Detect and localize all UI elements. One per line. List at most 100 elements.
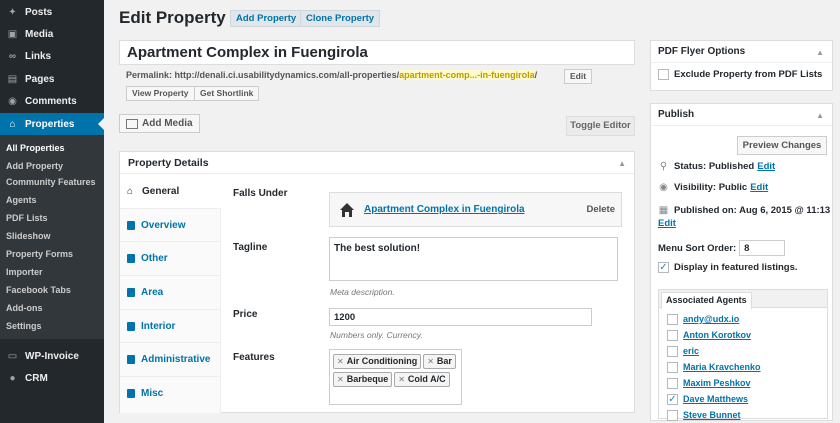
tab-administrative[interactable]: Administrative	[120, 343, 220, 378]
remove-icon[interactable]: ✕	[427, 357, 434, 366]
remove-icon[interactable]: ✕	[337, 357, 344, 366]
menu-comments[interactable]: ◉ Comments	[0, 91, 104, 113]
pin-icon: ⚲	[659, 161, 668, 172]
menu-posts[interactable]: ✦ Posts	[0, 1, 104, 23]
tab-area[interactable]: Area	[120, 276, 220, 310]
agent-row[interactable]: Anton Korotkov	[659, 327, 827, 343]
caret-up-icon[interactable]: ▲	[618, 159, 626, 168]
edit-visibility-link[interactable]: Edit	[750, 182, 768, 193]
property-details-box: Property Details ▲ ⌂ General Overview Othe…	[119, 151, 635, 413]
details-tabs: ⌂ General Overview Other Area Interior Ad…	[120, 175, 221, 413]
submenu-item[interactable]: Slideshow	[0, 227, 104, 245]
delete-parent-button[interactable]: Delete	[586, 204, 615, 215]
agent-row[interactable]: Steve Bunnet	[659, 407, 827, 423]
comment-icon: ◉	[8, 96, 17, 108]
submenu-item[interactable]: Property Forms	[0, 245, 104, 263]
agent-row[interactable]: ✓ Dave Matthews	[659, 391, 827, 407]
box-title: PDF Flyer Options	[658, 46, 746, 57]
parent-property-link[interactable]: Apartment Complex in Fuengirola	[364, 204, 525, 215]
agent-link[interactable]: Anton Korotkov	[683, 330, 751, 340]
tab-associated-agents[interactable]: Associated Agents	[661, 292, 752, 309]
features-input[interactable]: ✕ Air Conditioning ✕ Bar ✕ Barbeque ✕ Cold A/C	[329, 349, 462, 405]
featured-checkbox[interactable]: ✓	[658, 262, 669, 273]
sort-order-input[interactable]	[739, 240, 786, 256]
agents-tabbar: Associated Agents	[659, 290, 827, 309]
agent-link[interactable]: andy@udx.io	[683, 314, 739, 324]
tagline-textarea[interactable]: The best solution!	[329, 237, 618, 281]
submenu-item[interactable]: Community Features	[0, 175, 104, 191]
agent-checkbox[interactable]: ✓	[667, 393, 678, 405]
price-input[interactable]	[329, 308, 592, 326]
agent-row[interactable]: andy@udx.io	[659, 311, 827, 327]
remove-icon[interactable]: ✕	[398, 375, 405, 384]
submenu-item[interactable]: PDF Lists	[0, 209, 104, 227]
feature-tag[interactable]: ✕ Air Conditioning	[333, 354, 422, 369]
agent-row[interactable]: Maxim Peshkov	[659, 375, 827, 391]
submenu-item[interactable]: Agents	[0, 191, 104, 209]
edit-permalink-button[interactable]: Edit	[564, 69, 593, 84]
associated-agents-panel: Associated Agents andy@udx.io Anton Koro…	[658, 289, 828, 421]
add-property-button[interactable]: Add Property	[230, 10, 303, 27]
agent-checkbox[interactable]	[667, 361, 678, 373]
permalink-slug[interactable]: apartment-comp...-in-fuengirola	[399, 70, 535, 80]
submenu-item[interactable]: Settings	[0, 317, 104, 335]
agent-checkbox[interactable]	[667, 409, 678, 421]
edit-status-link[interactable]: Edit	[757, 161, 775, 172]
menu-links[interactable]: ∞ Links	[0, 46, 104, 68]
tab-interior[interactable]: Interior	[120, 310, 220, 344]
preview-changes-button[interactable]: Preview Changes	[737, 136, 827, 155]
edit-date-link[interactable]: Edit	[658, 218, 676, 229]
post-title-input[interactable]	[119, 40, 635, 65]
feature-tag[interactable]: ✕ Cold A/C	[394, 372, 450, 387]
add-media-button[interactable]: Add Media	[119, 114, 200, 133]
get-shortlink-button[interactable]: Get Shortlink	[194, 86, 260, 101]
menu-media[interactable]: ▣ Media	[0, 23, 104, 45]
submenu-item[interactable]: Facebook Tabs	[0, 281, 104, 299]
feature-tag[interactable]: ✕ Bar	[423, 354, 456, 369]
agent-link[interactable]: Maria Kravchenko	[683, 362, 761, 372]
box-header[interactable]: Publish ▲	[651, 104, 832, 126]
agent-link[interactable]: Maxim Peshkov	[683, 378, 751, 388]
agent-row[interactable]: eric	[659, 343, 827, 359]
submenu-item[interactable]: All Properties	[0, 139, 104, 157]
submenu-item[interactable]: Importer	[0, 263, 104, 281]
calendar-icon: ▦	[658, 205, 669, 216]
caret-up-icon[interactable]: ▲	[816, 111, 824, 120]
toggle-editor-button[interactable]: Toggle Editor	[566, 116, 635, 136]
agent-link[interactable]: Dave Matthews	[683, 394, 748, 404]
tab-label: Misc	[141, 388, 164, 400]
falls-under-box: Apartment Complex in Fuengirola Delete	[329, 192, 622, 227]
published-edit-row: Edit	[658, 218, 676, 229]
exclude-pdf-checkbox[interactable]	[658, 69, 669, 80]
box-header[interactable]: Property Details ▲	[120, 152, 634, 174]
submenu-item[interactable]: Add-ons	[0, 299, 104, 317]
tab-misc[interactable]: Misc	[120, 377, 220, 411]
menu-wp-invoice[interactable]: ▭ WP-Invoice	[0, 345, 104, 367]
menu-label: Posts	[25, 6, 53, 18]
tab-overview[interactable]: Overview	[120, 209, 220, 243]
submenu-item[interactable]: Add Property	[0, 157, 104, 175]
menu-crm[interactable]: ● CRM	[0, 368, 104, 390]
agent-link[interactable]: Steve Bunnet	[683, 410, 741, 420]
agent-checkbox[interactable]	[667, 377, 678, 389]
caret-up-icon[interactable]: ▲	[816, 48, 824, 57]
publish-box: Publish ▲ Preview Changes ⚲ Status: Publis…	[650, 103, 833, 421]
agent-checkbox[interactable]	[667, 313, 678, 325]
box-header[interactable]: PDF Flyer Options ▲	[651, 41, 832, 63]
agent-link[interactable]: eric	[683, 346, 699, 356]
tab-other[interactable]: Other	[120, 242, 220, 277]
featured-row[interactable]: ✓ Display in featured listings.	[658, 262, 798, 273]
menu-properties[interactable]: ⌂ Properties	[0, 112, 104, 136]
exclude-pdf-label: Exclude Property from PDF Lists	[674, 69, 823, 80]
exclude-pdf-row[interactable]: Exclude Property from PDF Lists	[658, 69, 822, 80]
status-label: Status: Published	[674, 161, 755, 172]
feature-tag[interactable]: ✕ Barbeque	[333, 372, 393, 387]
menu-pages[interactable]: ▤ Pages	[0, 68, 104, 90]
view-property-button[interactable]: View Property	[126, 86, 195, 101]
remove-icon[interactable]: ✕	[337, 375, 344, 384]
agent-row[interactable]: Maria Kravchenko	[659, 359, 827, 375]
agent-checkbox[interactable]	[667, 345, 678, 357]
agent-checkbox[interactable]	[667, 329, 678, 341]
clone-property-button[interactable]: Clone Property	[300, 10, 381, 27]
tab-general[interactable]: ⌂ General	[120, 175, 221, 209]
